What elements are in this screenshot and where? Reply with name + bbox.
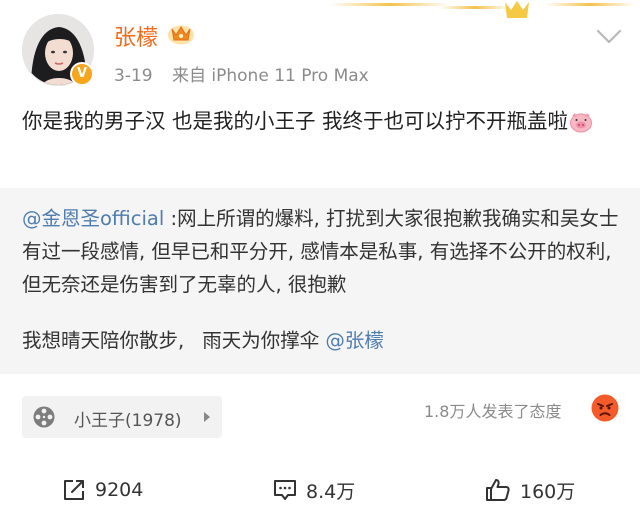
- verified-badge-icon: V: [70, 62, 94, 86]
- comment-button[interactable]: 8.4万: [272, 476, 355, 504]
- share-button[interactable]: 9204: [61, 476, 143, 504]
- post-source: 来自 iPhone 11 Pro Max: [172, 66, 369, 86]
- reply-text-part2: 雨天为你撑伞: [202, 329, 320, 352]
- avatar-container[interactable]: V: [22, 14, 94, 86]
- gold-streak: [440, 6, 510, 9]
- vip-crown-icon[interactable]: [167, 21, 195, 45]
- like-count: 160万: [520, 480, 576, 503]
- mention-link[interactable]: @张檬: [325, 329, 384, 352]
- action-bar: 9204 8.4万 160万: [0, 460, 640, 515]
- post-text: 你是我的男子汉 也是我的小王子 我终于也可以拧不开瓶盖啦: [22, 109, 569, 133]
- gold-streak: [545, 3, 635, 6]
- top-decoration: [0, 0, 640, 18]
- comment-icon: [274, 480, 296, 500]
- username[interactable]: 张檬: [114, 20, 158, 52]
- thumbs-up-icon: [486, 479, 510, 501]
- repost-card[interactable]: @金恩圣official :网上所谓的爆料, 打扰到大家很抱歉我确实和吴女士有过…: [0, 188, 640, 374]
- film-reel-icon: [33, 406, 55, 428]
- share-icon: [64, 480, 84, 500]
- pig-emoji-icon: [570, 113, 593, 133]
- media-title: 小王子(1978): [74, 411, 182, 431]
- repost-reply-line: 我想晴天陪你散步, 雨天为你撑伞 @张檬: [22, 324, 384, 353]
- angry-face-icon[interactable]: [590, 393, 620, 423]
- post-date: 3-19: [114, 66, 153, 86]
- reply-text-part1: 我想晴天陪你散步,: [22, 329, 185, 352]
- chevron-down-icon[interactable]: [596, 28, 622, 46]
- crown-decoration-icon: [505, 1, 529, 18]
- share-count: 9204: [95, 479, 144, 501]
- post-body: 你是我的男子汉 也是我的小王子 我终于也可以拧不开瓶盖啦: [22, 104, 622, 138]
- mention-link[interactable]: @金恩圣official: [22, 207, 164, 230]
- reaction-summary[interactable]: 1.8万人发表了态度: [424, 398, 561, 422]
- post-meta: 3-19 来自 iPhone 11 Pro Max: [114, 61, 369, 86]
- repost-text: @金恩圣official :网上所谓的爆料, 打扰到大家很抱歉我确实和吴女士有过…: [22, 202, 626, 301]
- comment-count: 8.4万: [306, 480, 356, 503]
- media-card[interactable]: 小王子(1978): [22, 396, 222, 438]
- play-arrow-icon: [204, 412, 210, 422]
- like-button[interactable]: 160万: [484, 476, 575, 504]
- gold-streak: [330, 3, 450, 6]
